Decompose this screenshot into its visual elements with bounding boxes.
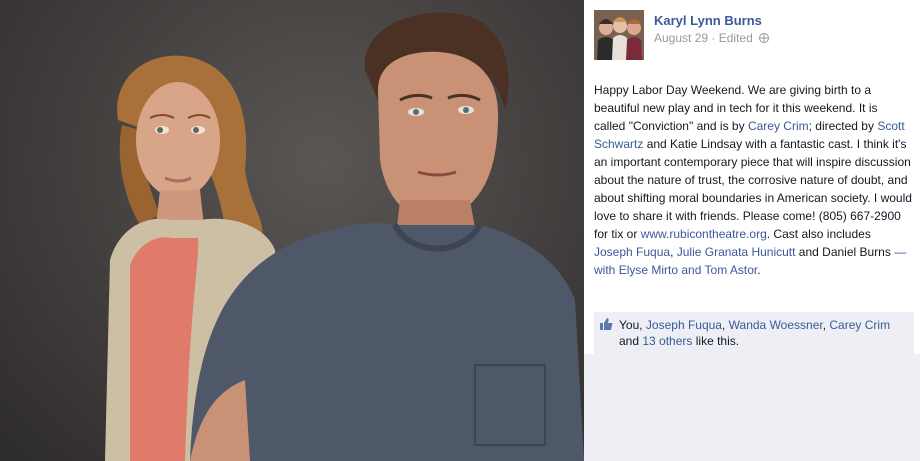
post-text: and Daniel Burns bbox=[795, 245, 891, 259]
author-name[interactable]: Karyl Lynn Burns bbox=[654, 13, 762, 28]
post-text: . Cast also includes bbox=[766, 227, 871, 241]
comments-area bbox=[584, 354, 920, 461]
photo-illustration bbox=[105, 12, 584, 461]
link-carey-crim[interactable]: Carey Crim bbox=[748, 119, 809, 133]
post-date[interactable]: August 29 bbox=[654, 31, 708, 45]
likes-bar: You, Joseph Fuqua, Wanda Woessner, Carey… bbox=[594, 312, 914, 354]
liker-wanda-woessner[interactable]: Wanda Woessner bbox=[729, 318, 823, 332]
post-photo[interactable] bbox=[0, 0, 584, 461]
link-joseph-fuqua[interactable]: Joseph Fuqua bbox=[594, 245, 670, 259]
liker-carey-crim[interactable]: Carey Crim bbox=[829, 318, 890, 332]
likes-you: You, bbox=[619, 318, 646, 332]
liker-joseph-fuqua[interactable]: Joseph Fuqua bbox=[646, 318, 722, 332]
likes-others-link[interactable]: 13 others bbox=[642, 334, 692, 348]
globe-icon[interactable] bbox=[759, 33, 770, 43]
link-rubicon-theatre[interactable]: www.rubicontheatre.org bbox=[641, 227, 767, 241]
post-text: , bbox=[670, 245, 677, 259]
likes-suffix: like this. bbox=[692, 334, 740, 348]
link-julie-granata-hunicutt[interactable]: Julie Granata Hunicutt bbox=[677, 245, 796, 259]
edited-label[interactable]: Edited bbox=[719, 31, 753, 45]
author-avatar[interactable] bbox=[594, 10, 644, 60]
and-label: and bbox=[678, 263, 705, 277]
link-tom-astor[interactable]: Tom Astor bbox=[705, 263, 758, 277]
post-text: and Katie Lindsay with a fantastic cast.… bbox=[594, 137, 912, 241]
link-elyse-mirto[interactable]: Elyse Mirto bbox=[619, 263, 678, 277]
post-text: . bbox=[757, 263, 761, 277]
post-text: ; directed by bbox=[808, 119, 878, 133]
meta-separator: · bbox=[711, 31, 716, 45]
post-body: Happy Labor Day Weekend. We are giving b… bbox=[594, 81, 912, 279]
like-thumb-icon[interactable] bbox=[599, 317, 613, 331]
avatar-picture bbox=[594, 10, 644, 60]
likes-and: and bbox=[619, 334, 643, 348]
likes-sep: , bbox=[721, 318, 729, 332]
post-meta: August 29 · Edited bbox=[654, 31, 770, 45]
